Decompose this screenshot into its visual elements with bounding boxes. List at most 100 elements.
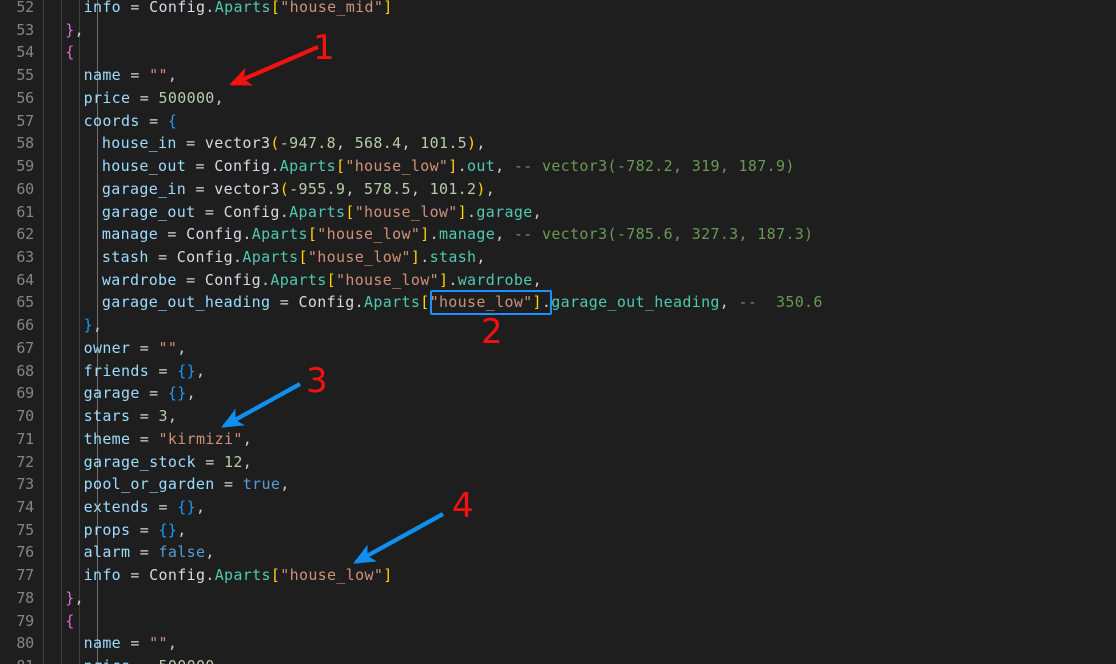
- token-punc: ,: [74, 21, 85, 39]
- token-punc: ,: [177, 521, 187, 539]
- token-kw: false: [158, 543, 206, 561]
- token-op: =: [270, 293, 299, 311]
- code-line[interactable]: info = Config.Aparts["house_mid"]: [84, 0, 393, 19]
- code-line[interactable]: pool_or_garden = true,: [84, 473, 290, 496]
- token-punc: ,: [242, 430, 253, 448]
- token-op: =: [139, 384, 168, 402]
- code-line[interactable]: house_in = vector3(-947.8, 568.4, 101.5)…: [102, 132, 486, 155]
- token-str: "house_low": [280, 566, 384, 584]
- token-com: -- vector3(-782.2, 319, 187.9): [504, 157, 795, 175]
- token-op: [140, 0, 149, 16]
- line-number: 62: [16, 225, 34, 243]
- token-br1: ]: [383, 0, 393, 16]
- token-plain: Config: [223, 203, 280, 221]
- token-op: =: [149, 498, 178, 516]
- token-prop: house_in: [101, 134, 177, 152]
- code-line[interactable]: stars = 3,: [84, 405, 178, 428]
- token-plain: vector3: [214, 180, 280, 198]
- code-line[interactable]: price = 500000,: [84, 655, 224, 664]
- code-line[interactable]: {: [65, 610, 74, 633]
- annotation-number-4: 4: [452, 486, 474, 526]
- code-line[interactable]: props = {},: [84, 519, 187, 542]
- token-plain: Config: [204, 271, 262, 289]
- code-line[interactable]: garage = {},: [84, 382, 196, 405]
- code-content[interactable]: info = Config.Aparts["house_mid"]},{name…: [0, 0, 1116, 664]
- line-number: 70: [16, 407, 34, 425]
- token-str: "house_mid": [280, 0, 384, 16]
- code-line[interactable]: garage_out_heading = Config.Aparts["hous…: [102, 291, 823, 314]
- token-str: "house_low": [429, 293, 533, 311]
- token-op: =: [195, 453, 225, 471]
- token-member: Aparts: [214, 0, 271, 16]
- token-op: =: [176, 134, 205, 152]
- line-number: 68: [16, 362, 34, 380]
- code-line[interactable]: manage = Config.Aparts["house_low"].mana…: [102, 223, 814, 246]
- line-number: 72: [16, 453, 34, 471]
- token-num: 101.2: [429, 180, 477, 198]
- token-str: "": [149, 634, 168, 652]
- token-plain: Config: [298, 293, 355, 311]
- token-num: 3: [158, 407, 168, 425]
- token-plain: Config: [149, 566, 206, 584]
- code-line[interactable]: garage_stock = 12,: [84, 451, 253, 474]
- line-number: 73: [16, 475, 34, 493]
- token-op: =: [176, 271, 205, 289]
- token-num: 568.4: [354, 134, 402, 152]
- token-kw: true: [242, 475, 281, 493]
- line-number: 75: [16, 521, 34, 539]
- token-op: =: [130, 657, 158, 664]
- code-line[interactable]: garage_out = Config.Aparts["house_low"].…: [102, 201, 542, 224]
- code-editor[interactable]: info = Config.Aparts["house_mid"]},{name…: [0, 0, 1116, 664]
- token-prop: theme: [83, 430, 131, 448]
- line-number: 65: [16, 293, 34, 311]
- line-number: 67: [16, 339, 34, 357]
- code-line[interactable]: alarm = false,: [84, 541, 215, 564]
- token-punc: .: [205, 0, 215, 16]
- token-str: "house_low": [335, 271, 439, 289]
- token-plain: Config: [149, 0, 206, 16]
- line-number: 54: [16, 43, 34, 61]
- token-br1: ]: [410, 248, 421, 266]
- code-line[interactable]: stash = Config.Aparts["house_low"].stash…: [102, 246, 486, 269]
- line-number: 63: [16, 248, 34, 266]
- code-line[interactable]: extends = {},: [84, 496, 206, 519]
- line-number: 53: [16, 21, 34, 39]
- token-punc: ,: [532, 271, 542, 289]
- token-com: -- vector3(-785.6, 327.3, 187.3): [504, 225, 814, 243]
- code-line[interactable]: },: [65, 587, 84, 610]
- token-prop: price: [83, 89, 131, 107]
- line-number: 57: [16, 112, 34, 130]
- code-line[interactable]: price = 500000,: [84, 87, 224, 110]
- token-br3: }: [186, 362, 196, 380]
- token-punc: ,: [335, 134, 355, 152]
- code-line[interactable]: garage_in = vector3(-955.9, 578.5, 101.2…: [102, 178, 495, 201]
- code-line[interactable]: friends = {},: [84, 360, 206, 383]
- code-line[interactable]: },: [84, 314, 103, 337]
- token-punc: .: [205, 566, 215, 584]
- token-op: =: [121, 66, 150, 84]
- line-number: 58: [16, 134, 34, 152]
- token-br3: }: [186, 498, 196, 516]
- code-line[interactable]: {: [65, 41, 74, 64]
- code-line[interactable]: owner = "",: [84, 337, 187, 360]
- line-number: 78: [16, 589, 34, 607]
- code-line[interactable]: name = "",: [84, 632, 178, 655]
- token-prop: manage: [101, 225, 159, 243]
- token-br1: [: [307, 225, 318, 243]
- code-line[interactable]: name = "",: [84, 64, 178, 87]
- token-op: =: [130, 407, 159, 425]
- code-line[interactable]: house_out = Config.Aparts["house_low"].o…: [102, 155, 795, 178]
- code-line[interactable]: wardrobe = Config.Aparts["house_low"].wa…: [102, 269, 542, 292]
- line-number: 60: [16, 180, 34, 198]
- token-op: =: [130, 89, 159, 107]
- code-line[interactable]: theme = "kirmizi",: [84, 428, 253, 451]
- token-prop: info: [83, 566, 122, 584]
- code-line[interactable]: info = Config.Aparts["house_low"]: [84, 564, 393, 587]
- token-br1: (: [279, 180, 290, 198]
- token-member: Aparts: [270, 271, 327, 289]
- code-line[interactable]: coords = {: [84, 110, 178, 133]
- code-line[interactable]: },: [65, 19, 84, 42]
- token-str: "kirmizi": [158, 430, 243, 448]
- token-punc: ,: [495, 225, 505, 243]
- token-punc: ,: [280, 475, 290, 493]
